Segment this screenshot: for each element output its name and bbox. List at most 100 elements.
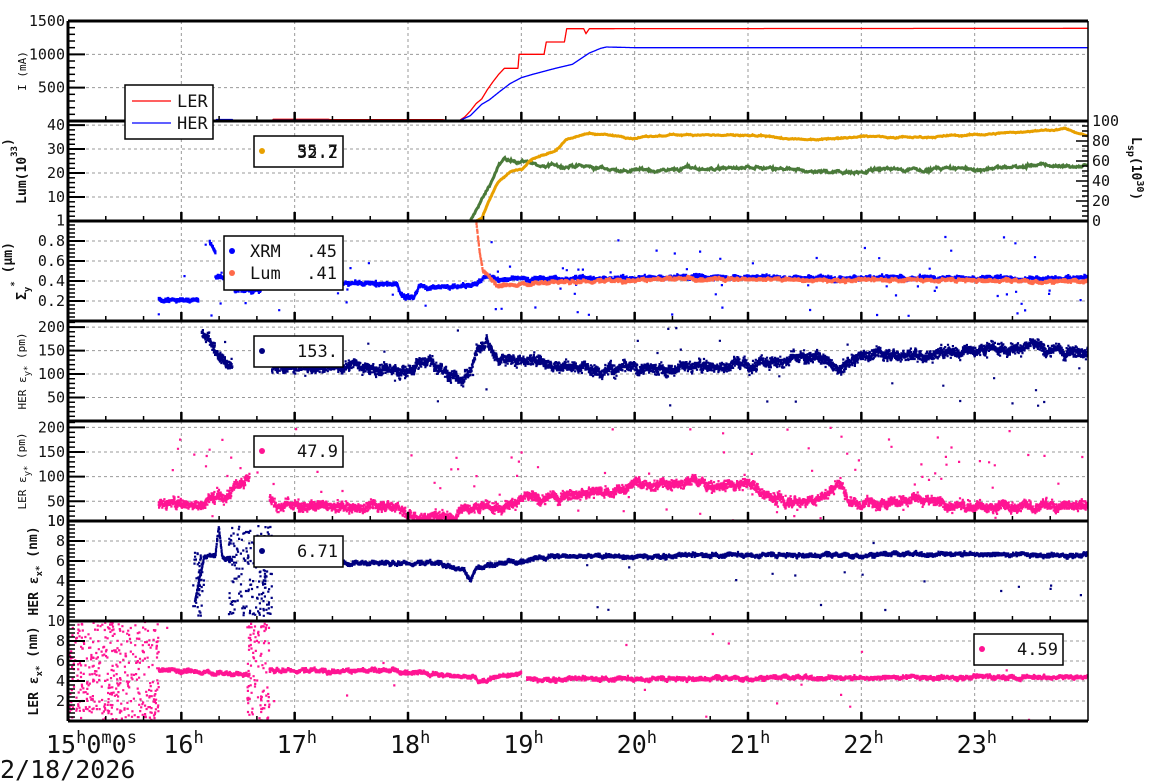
y-tick-label: 1500 — [29, 12, 65, 30]
x-tick-label: 20h — [617, 728, 657, 759]
y-tick-label: 200 — [38, 418, 65, 436]
y-axis-title: I (mA) — [16, 51, 29, 91]
x-tick-label-part: h — [533, 728, 543, 748]
date-label: 2/18/2026 — [0, 755, 135, 782]
y-tick-label: 0.6 — [38, 252, 65, 270]
x-tick-label-hour: 23 — [957, 730, 987, 759]
x-tick-label-part: h — [760, 728, 770, 748]
series-group-luminosity — [68, 126, 1088, 221]
x-tick-label: 22h — [843, 728, 883, 759]
legend-label: HER — [177, 114, 208, 134]
y-tick-label: 4 — [56, 672, 65, 690]
y-tick-label: 0.4 — [38, 272, 65, 290]
y-tick-label: 10 — [47, 512, 65, 530]
y2-axis-title: Lsp(1030) — [1125, 137, 1145, 200]
x-tick-label: 18h — [390, 728, 430, 759]
series-layer — [68, 27, 1088, 721]
y-tick-label: 6 — [56, 552, 65, 570]
y-tick-label: 1 — [56, 212, 65, 230]
x-tick-label-hour: 19 — [503, 730, 533, 759]
series-ler-line — [68, 27, 1088, 121]
y-axis-title-part: (pm) — [15, 332, 28, 365]
y2-tick-label: 40 — [1092, 172, 1110, 190]
y-tick-label: 0.2 — [38, 292, 65, 310]
series-group-ler-epsilon-x — [68, 621, 1088, 721]
y-axis-title: LER εy* (pm) — [15, 432, 33, 509]
y-axis-title: HER εx* (nm) — [26, 526, 45, 615]
legend-label: Lum — [250, 264, 281, 284]
y-axis-title-part: x* — [35, 566, 45, 577]
y-tick-label: 500 — [38, 79, 65, 97]
x-tick-label-hour: 21 — [730, 730, 760, 759]
legend-marker-dot — [259, 448, 265, 454]
x-tick-label-part: h — [307, 728, 317, 748]
beam-monitor-chart: 15001000500I (mA)403020101100806040200Ls… — [0, 12, 1145, 782]
y-tick-label: 6 — [56, 652, 65, 670]
y2-tick-label: 60 — [1092, 152, 1110, 170]
legend-marker-dot — [979, 646, 985, 652]
y-tick-label: 30 — [47, 140, 65, 158]
x-tick-label-hour: 18 — [390, 730, 420, 759]
y-axis-title-part: Lum(10 — [15, 157, 30, 204]
y-tick-label: 0.8 — [38, 232, 65, 250]
y2-axis-title-part: 30 — [1134, 180, 1145, 192]
legend-value: 6.71 — [297, 542, 338, 562]
y-axis-title-part: ) — [1, 138, 16, 146]
legend-value: 4.59 — [1017, 640, 1058, 660]
y2-tick-label: 80 — [1092, 132, 1110, 150]
y2-tick-label: 100 — [1092, 112, 1119, 130]
y-tick-label: 10 — [47, 188, 65, 206]
x-tick-label-part: h — [76, 728, 86, 748]
y2-axis-title-part: (10 — [1128, 157, 1143, 181]
y-axis-title-part: LER ε — [16, 476, 29, 509]
legend-value: 153. — [297, 342, 338, 362]
y2-axis-title-part: L — [1128, 137, 1143, 145]
y-axis-title-part: I (mA) — [16, 51, 29, 91]
y-axis-title: Σy* (μm) — [1, 242, 33, 300]
x-tick-label-part: h — [987, 728, 997, 748]
y-axis-title-part: (pm) — [15, 432, 28, 465]
y-tick-label: 100 — [38, 468, 65, 486]
series-group-current — [68, 27, 1088, 121]
y-tick-label: 8 — [56, 632, 65, 650]
x-tick-label-part: h — [647, 728, 657, 748]
y2-tick-label: 0 — [1092, 212, 1101, 230]
legend-label: XRM — [250, 242, 281, 262]
y-tick-label: 4 — [56, 572, 65, 590]
y-tick-label: 50 — [47, 492, 65, 510]
legend-marker-dot — [229, 270, 235, 276]
y-tick-label: 10 — [47, 612, 65, 630]
y-tick-label: 150 — [38, 443, 65, 461]
x-tick-label-hour: 20 — [617, 730, 647, 759]
y-axis-title-part: LER ε — [27, 676, 42, 715]
legend-value: 32.2 — [297, 143, 338, 163]
y2-tick-label: 20 — [1092, 192, 1110, 210]
y-axis-title: HER εy* (pm) — [15, 332, 33, 409]
x-tick-label: 17h — [277, 728, 317, 759]
y-axis-title: Lum(1033) — [1, 138, 30, 204]
y-axis-title-part: 33 — [10, 146, 20, 157]
x-tick-label-part: s — [127, 728, 137, 748]
y-axis-title-part: y* — [23, 366, 33, 377]
y-axis-title-part: (nm) — [26, 526, 41, 565]
legend-value: .45 — [306, 242, 337, 262]
legend-value: 47.9 — [297, 442, 338, 462]
y-axis-title-part: HER ε — [16, 376, 29, 409]
x-tick-label-hour: 22 — [843, 730, 873, 759]
series-ler-x--points — [68, 621, 1088, 721]
legend-marker-dot — [259, 348, 265, 354]
y2-axis-title-part: ) — [1128, 192, 1143, 200]
legend-value: .41 — [306, 264, 337, 284]
legend-label: LER — [177, 92, 208, 112]
y-tick-label: 2 — [56, 692, 65, 710]
series-lsp-line — [475, 126, 1088, 221]
x-tick-label-part: m — [101, 728, 111, 748]
x-tick-label: 21h — [730, 728, 770, 759]
x-tick-label-part: h — [873, 728, 883, 748]
y2-axis-title-part: sp — [1125, 145, 1136, 157]
y-tick-label: 8 — [56, 532, 65, 550]
legend-marker-dot — [259, 148, 265, 154]
y-axis-title: LER εx* (nm) — [26, 626, 45, 715]
legend-marker-dot — [229, 248, 235, 254]
x-tick-label: 19h — [503, 728, 543, 759]
